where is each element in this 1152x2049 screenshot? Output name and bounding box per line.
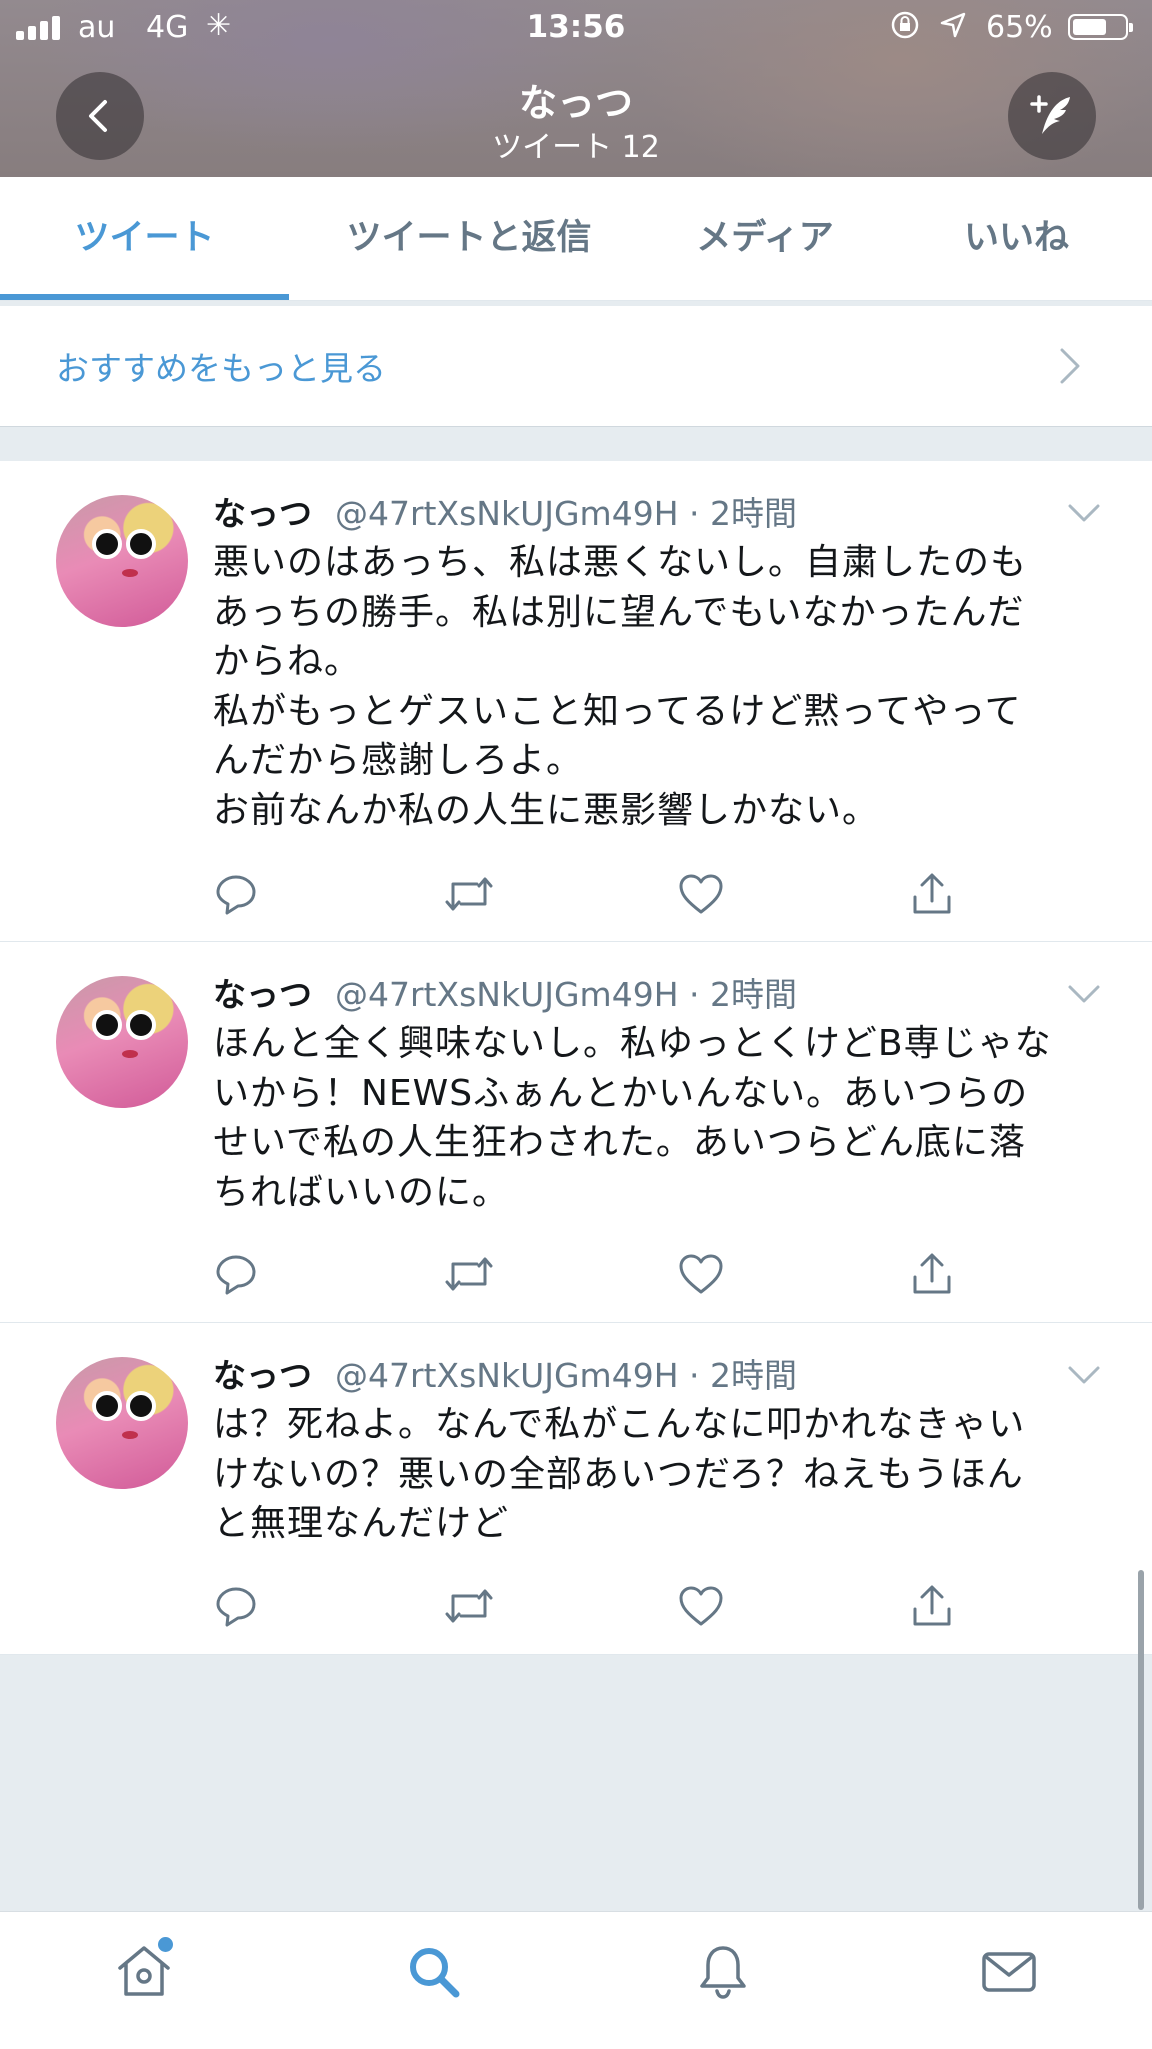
share-button[interactable] [904, 866, 960, 922]
tweet-handle-time: @47rtXsNkUJGm49H · 2時間 [335, 1356, 797, 1395]
like-button[interactable] [673, 1246, 729, 1302]
status-bar: au 4G ✳ 13:56 65% [0, 0, 1152, 56]
retweet-icon [445, 1257, 493, 1291]
share-button[interactable] [904, 1246, 960, 1302]
chevron-right-icon [1060, 348, 1080, 384]
compose-tweet-icon [1030, 95, 1070, 134]
tab-tweets-and-replies[interactable]: ツイートと返信 [289, 177, 649, 300]
reply-button[interactable] [208, 1246, 264, 1302]
share-icon [913, 873, 951, 914]
chevron-down-icon[interactable] [1066, 982, 1102, 1006]
like-button[interactable] [673, 866, 729, 922]
tweet[interactable]: なっつ @47rtXsNkUJGm49H · 2時間 ほんと全く興味ないし。私ゆ… [0, 942, 1152, 1323]
status-time: 13:56 [526, 9, 626, 45]
tweet-author-name[interactable]: なっつ [213, 1349, 312, 1397]
retweet-icon [445, 877, 493, 911]
battery-icon [1068, 14, 1133, 40]
reply-icon [216, 1255, 256, 1295]
reply-button[interactable] [208, 1578, 264, 1634]
tweet-feed: なっつ @47rtXsNkUJGm49H · 2時間 悪いのはあっち、私は悪くな… [0, 461, 1152, 1655]
chevron-down-icon[interactable] [1066, 501, 1102, 525]
profile-header: au 4G ✳ 13:56 65% なっつ ツイート 12 [0, 0, 1152, 177]
tweet-text: 悪いのはあっち、私は悪くないし。自粛したのも あっちの勝手。私は別に望んでもいな… [213, 542, 1028, 831]
reply-button[interactable] [208, 866, 264, 922]
messages-tab[interactable] [969, 1932, 1049, 2012]
orientation-lock-icon [891, 11, 919, 39]
compose-tweet-button[interactable] [1008, 72, 1096, 160]
retweet-button[interactable] [441, 1578, 497, 1634]
bottom-tab-bar [0, 1911, 1152, 2049]
battery-percent: 65% [986, 10, 1053, 45]
avatar[interactable] [56, 1357, 188, 1489]
notifications-icon [700, 1946, 746, 1999]
tweet-text: ほんと全く興味ないし。私ゆっとくけどB専じゃな いから！NEWSふぁんとかいんな… [213, 1023, 1052, 1213]
retweet-button[interactable] [441, 1246, 497, 1302]
tweet-count: ツイート 12 [492, 130, 660, 165]
tab-tweets[interactable]: ツイート [0, 177, 289, 300]
like-icon [679, 1586, 723, 1626]
profile-name: なっつ [518, 81, 633, 125]
retweet-button[interactable] [441, 866, 497, 922]
like-button[interactable] [673, 1578, 729, 1634]
chevron-down-icon[interactable] [1066, 1363, 1102, 1387]
location-arrow-icon [940, 12, 966, 38]
search-icon [410, 1948, 460, 1998]
tweet-text: は？死ねよ。なんで私がこんなに叩かれなきゃい けないの？悪いの全部あいつだろ？ね… [213, 1404, 1026, 1544]
profile-tabs: ツイート ツイートと返信 メディア いいね [0, 177, 1152, 301]
retweet-icon [445, 1589, 493, 1623]
tweet-actions [0, 1246, 1152, 1302]
like-icon [679, 1254, 723, 1294]
see-more-label: おすすめをもっと見る [56, 349, 386, 388]
tweet[interactable]: なっつ @47rtXsNkUJGm49H · 2時間 は？死ねよ。なんで私がこん… [0, 1323, 1152, 1655]
new-content-indicator [158, 1937, 173, 1952]
see-more-recommendations[interactable]: おすすめをもっと見る [0, 306, 1152, 427]
reply-icon [216, 875, 256, 915]
tweet-actions [0, 1578, 1152, 1634]
tweet-actions [0, 866, 1152, 922]
avatar[interactable] [56, 976, 188, 1108]
share-icon [913, 1253, 951, 1294]
share-icon [913, 1585, 951, 1626]
tweet-author-name[interactable]: なっつ [213, 968, 312, 1016]
reply-icon [216, 1587, 256, 1627]
messages-icon [982, 1952, 1036, 1992]
like-icon [679, 874, 723, 914]
tweet[interactable]: なっつ @47rtXsNkUJGm49H · 2時間 悪いのはあっち、私は悪くな… [0, 461, 1152, 942]
tab-media[interactable]: メディア [649, 177, 881, 300]
share-button[interactable] [904, 1578, 960, 1634]
search-tab[interactable] [394, 1932, 474, 2012]
notifications-tab[interactable] [683, 1932, 763, 2012]
tweet-handle-time: @47rtXsNkUJGm49H · 2時間 [335, 975, 797, 1014]
active-tab-indicator [0, 294, 289, 300]
tweet-handle-time: @47rtXsNkUJGm49H · 2時間 [335, 494, 797, 533]
tweet-author-name[interactable]: なっつ [213, 487, 312, 535]
scrollbar[interactable] [1138, 1570, 1144, 1910]
tab-likes[interactable]: いいね [881, 177, 1152, 300]
avatar[interactable] [56, 495, 188, 627]
